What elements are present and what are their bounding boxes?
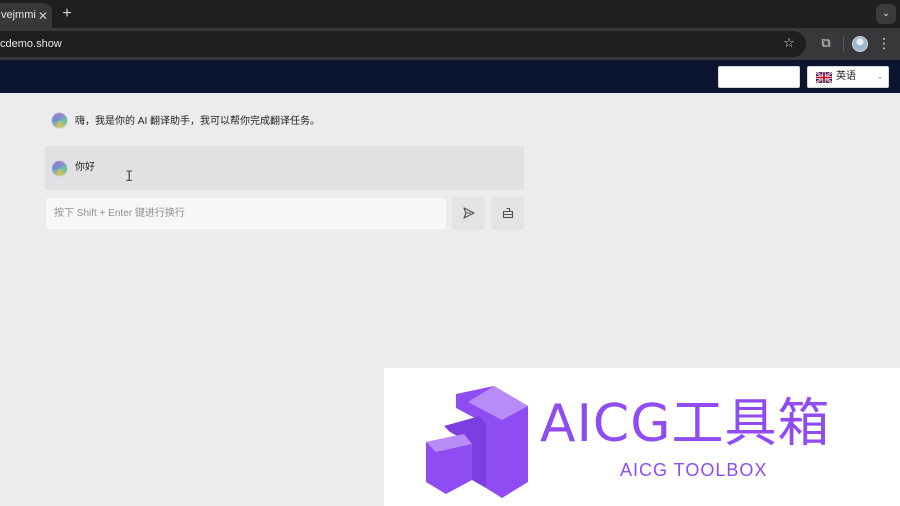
address-url[interactable]: cdemo.show [0,31,62,57]
tab-title: vejmmi [1,9,36,21]
user-avatar [51,160,68,177]
browser-toolbar: cdemo.show ☆ ⧉ ⋮ [0,28,900,60]
language-label: 英语 [836,71,856,82]
broom-icon [502,207,513,219]
profile-avatar-icon[interactable] [852,36,868,52]
message-input-box[interactable] [45,197,447,230]
aicg-logo-icon [426,386,528,498]
assistant-avatar [51,112,68,129]
assistant-message: 嗨，我是你的 AI 翻译助手，我可以帮你完成翻译任务。 [75,116,321,127]
header-blank-control[interactable] [718,66,800,88]
browser-tab-bar: vejmmi ✕ + ⌄ [0,0,900,28]
text-cursor-icon: I [125,169,134,185]
new-tab-icon[interactable]: + [60,4,74,24]
send-icon [462,207,475,219]
language-select[interactable]: 英语 ⌄ [807,66,889,88]
chevron-down-icon: ⌄ [876,72,884,82]
bookmark-star-icon[interactable]: ☆ [780,31,798,57]
user-message-row: 你好 [45,146,524,190]
send-button[interactable] [452,197,485,230]
address-bar[interactable]: cdemo.show ☆ [0,31,806,57]
tab-search-icon[interactable]: ⌄ [876,4,896,24]
browser-tab[interactable]: vejmmi ✕ [0,3,52,28]
watermark: AICG工具箱 AICG TOOLBOX [384,368,900,506]
watermark-subtitle: AICG TOOLBOX [620,460,768,480]
message-input[interactable] [46,198,446,229]
app-header: 英语 ⌄ [0,60,900,93]
clear-button[interactable] [491,197,524,230]
watermark-title: AICG工具箱 [540,394,831,454]
user-message: 你好 [75,162,95,173]
tab-close-icon[interactable]: ✕ [36,6,50,26]
extensions-icon[interactable]: ⧉ [816,34,836,54]
uk-flag-icon [816,72,832,83]
toolbar-divider [843,36,844,52]
browser-menu-icon[interactable]: ⋮ [877,34,891,54]
